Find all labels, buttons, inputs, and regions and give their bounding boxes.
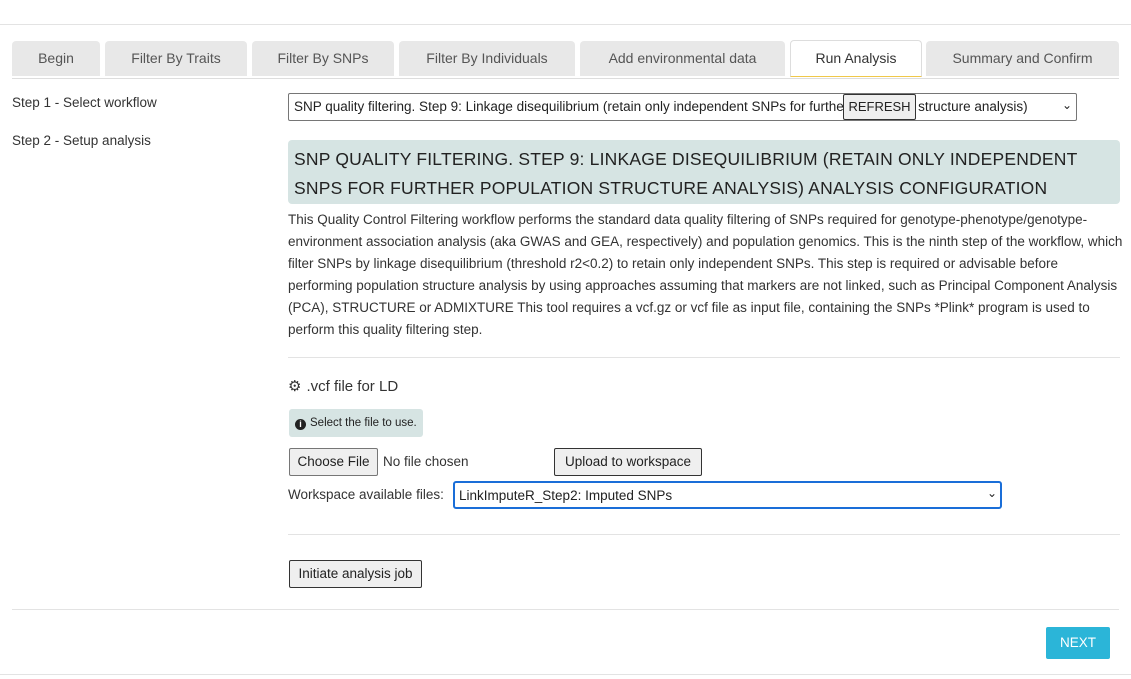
step-select-workflow[interactable]: Step 1 - Select workflow <box>12 95 157 110</box>
divider <box>288 357 1120 358</box>
upload-to-workspace-button[interactable]: Upload to workspace <box>554 448 702 476</box>
tab-add-environmental-data[interactable]: Add environmental data <box>580 41 785 76</box>
workflow-select[interactable]: SNP quality filtering. Step 9: Linkage d… <box>288 93 1077 121</box>
step-setup-analysis[interactable]: Step 2 - Setup analysis <box>12 133 151 148</box>
info-icon: i <box>295 419 306 430</box>
tab-filter-by-traits[interactable]: Filter By Traits <box>105 41 247 76</box>
gear-icon: ⚙ <box>288 378 302 395</box>
workspace-files-value: LinkImputeR_Step2: Imputed SNPs <box>459 488 673 503</box>
initiate-analysis-button[interactable]: Initiate analysis job <box>289 560 422 588</box>
param-hint: i Select the file to use. <box>289 409 423 437</box>
workflow-select-value: SNP quality filtering. Step 9: Linkage d… <box>294 99 1028 114</box>
divider <box>288 534 1120 535</box>
refresh-button[interactable]: REFRESH <box>843 94 916 120</box>
choose-file-button[interactable]: Choose File <box>289 448 378 476</box>
workspace-files-select[interactable]: LinkImputeR_Step2: Imputed SNPs ⌄ <box>453 481 1002 509</box>
tab-filter-by-snps[interactable]: Filter By SNPs <box>252 41 394 76</box>
chevron-down-icon: ⌄ <box>986 486 997 500</box>
param-hint-text: Select the file to use. <box>310 417 417 429</box>
workspace-files-label: Workspace available files: <box>288 487 444 502</box>
config-title: SNP quality filtering. Step 9: Linkage d… <box>288 140 1120 204</box>
tab-bar: Begin Filter By Traits Filter By SNPs Fi… <box>12 40 1119 79</box>
param-title-text: .vcf file for LD <box>306 378 399 395</box>
divider <box>12 609 1119 610</box>
tab-summary-and-confirm[interactable]: Summary and Confirm <box>926 41 1119 76</box>
param-title: ⚙ .vcf file for LD <box>288 377 398 395</box>
tab-filter-by-individuals[interactable]: Filter By Individuals <box>399 41 575 76</box>
chevron-down-icon: ⌄ <box>1061 98 1072 112</box>
tab-begin[interactable]: Begin <box>12 41 100 76</box>
bottom-divider <box>0 674 1131 675</box>
tab-run-analysis[interactable]: Run Analysis <box>790 40 922 77</box>
file-status: No file chosen <box>383 454 469 469</box>
top-divider <box>0 24 1131 25</box>
next-button[interactable]: NEXT <box>1046 627 1110 659</box>
workflow-description: This Quality Control Filtering workflow … <box>288 212 1123 337</box>
